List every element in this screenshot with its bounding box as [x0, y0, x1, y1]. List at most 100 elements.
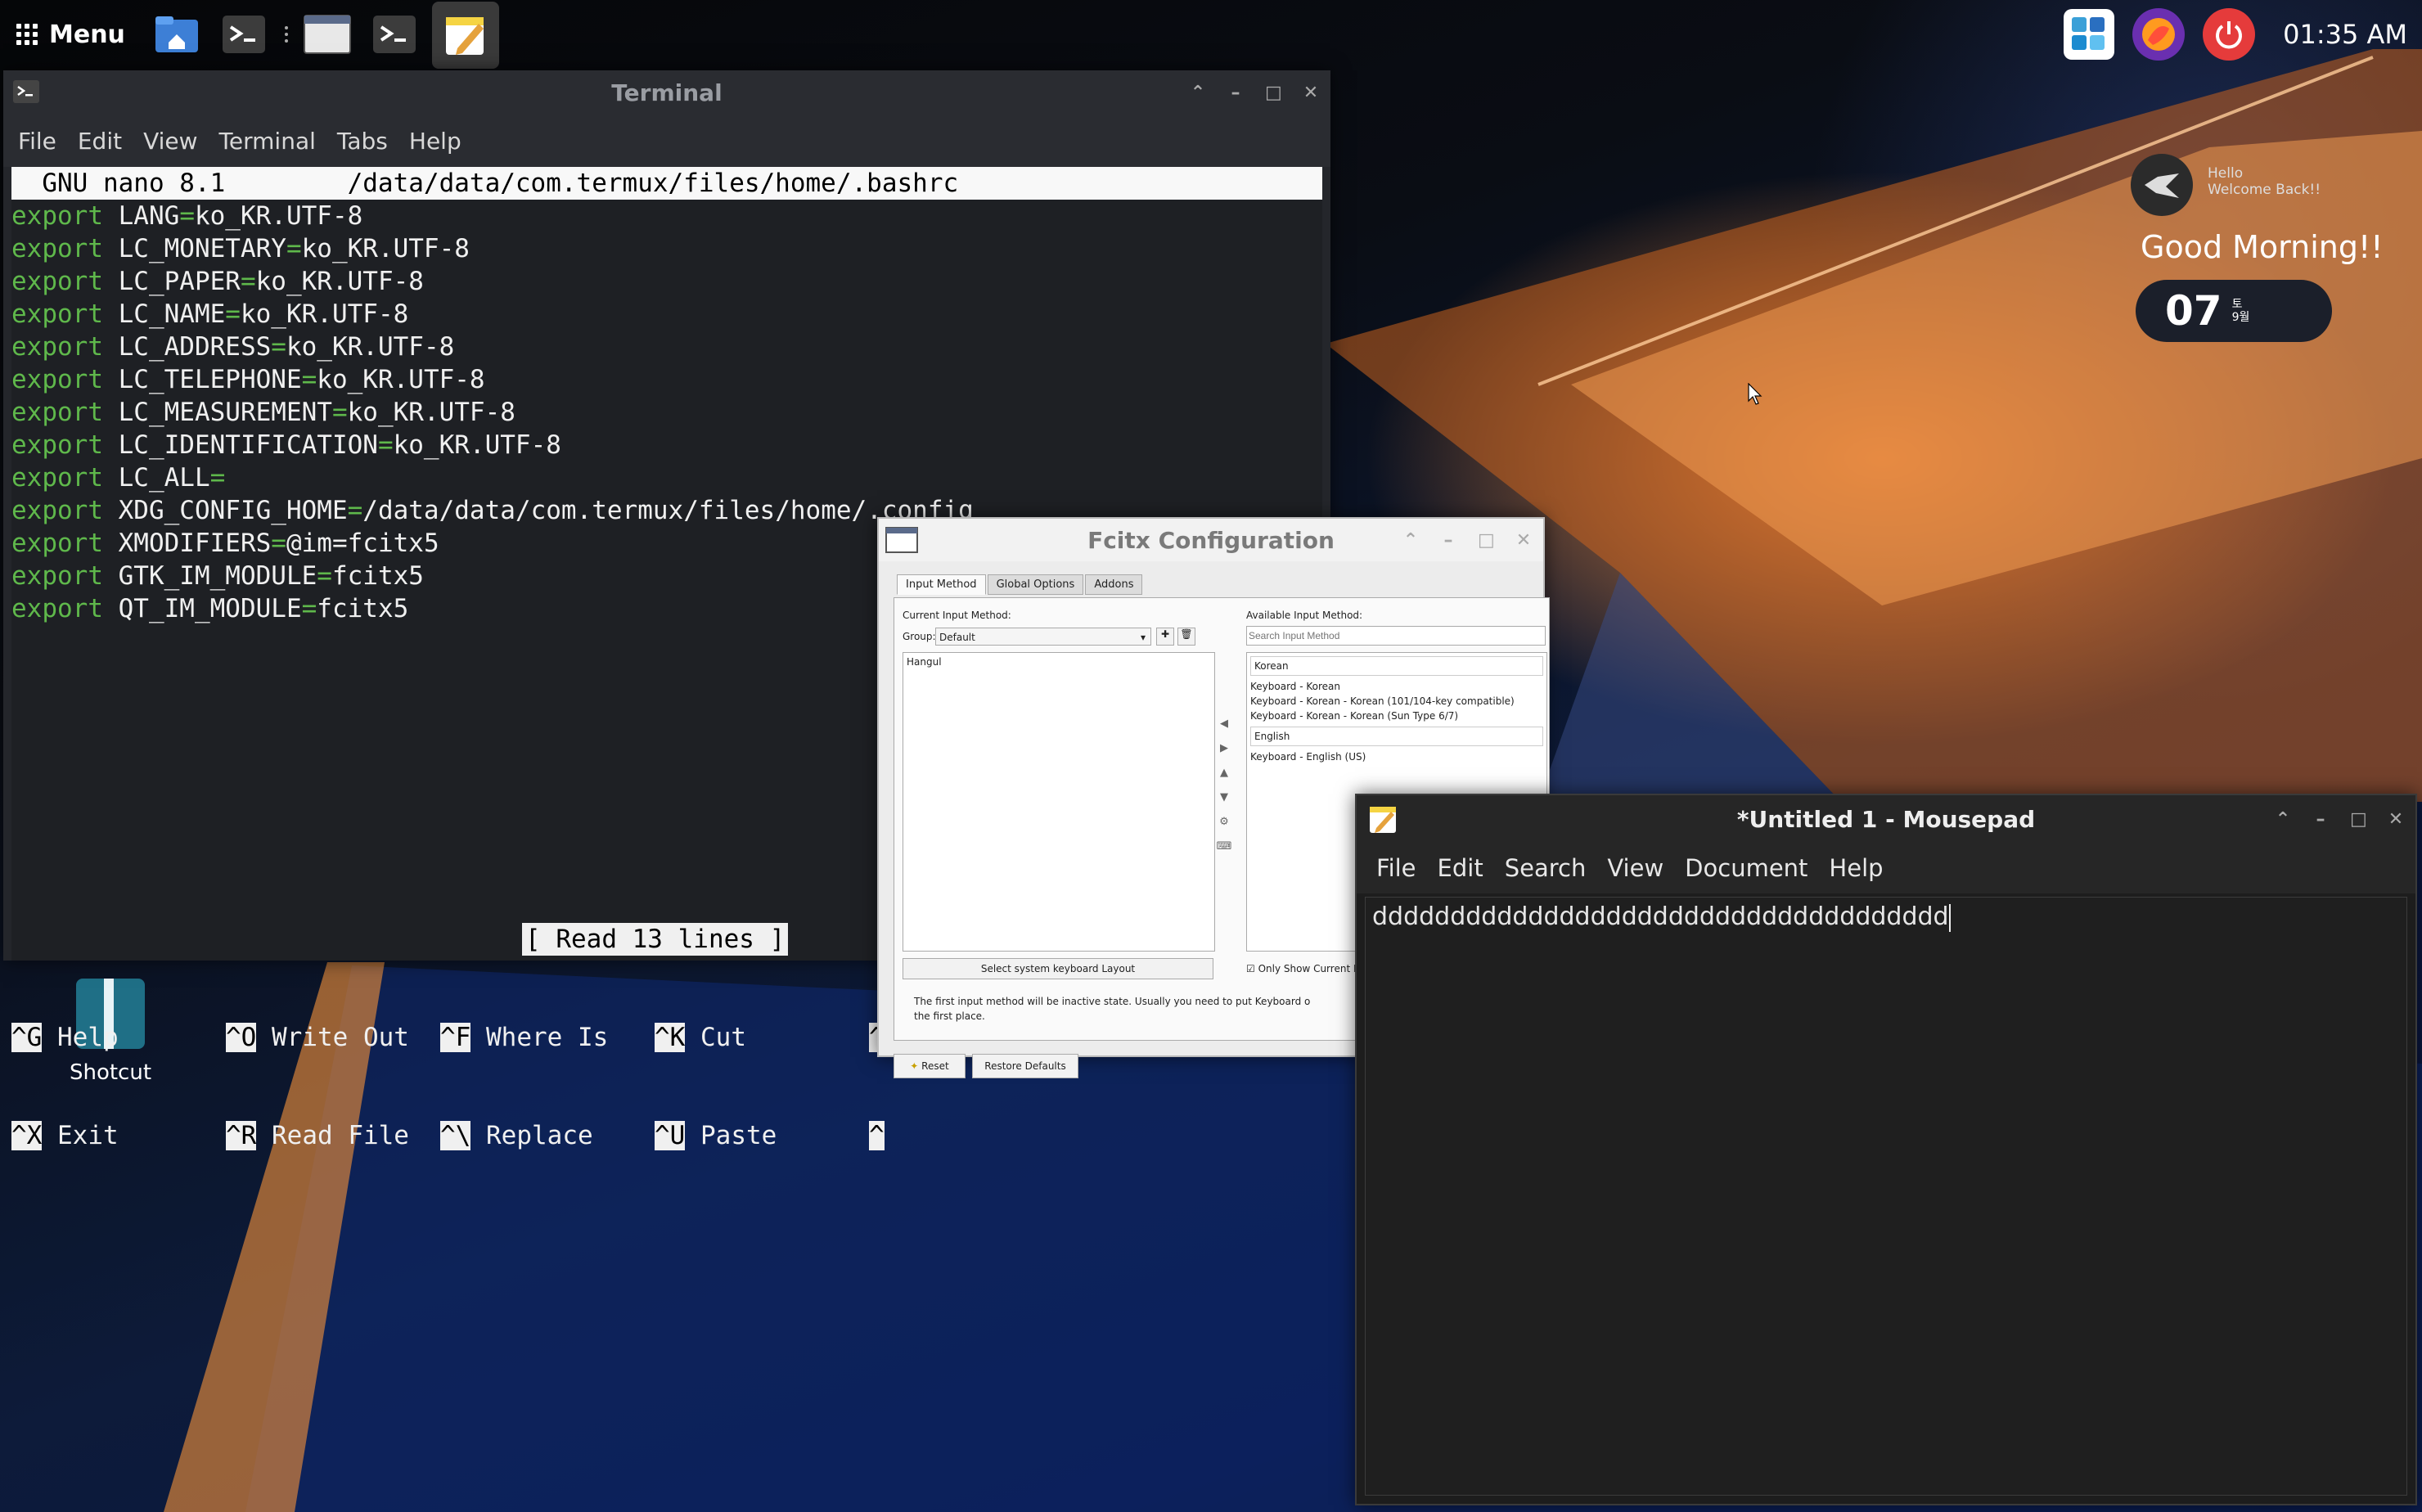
menu-search[interactable]: Search: [1505, 854, 1587, 882]
variable-value: ko_KR.UTF-8: [194, 201, 363, 231]
shade-icon[interactable]: ⌃: [1402, 530, 1419, 551]
chevron-down-icon: ▾: [1140, 632, 1146, 643]
terminal-menubar: File Edit View Terminal Tabs Help: [3, 115, 1330, 167]
list-item[interactable]: Keyboard - English (US): [1247, 749, 1546, 764]
menu-help[interactable]: Help: [1829, 854, 1883, 882]
remove-arrow-icon[interactable]: ▶: [1215, 742, 1233, 760]
list-item[interactable]: Keyboard - Korean - Korean (101/104-key …: [1247, 694, 1546, 709]
minimize-icon[interactable]: –: [1227, 83, 1244, 103]
nano-shortcut-col4: ^K Cut ^U Paste: [655, 1023, 777, 1150]
variable-name: LC_MONETARY: [102, 234, 286, 263]
menu-view[interactable]: View: [143, 128, 197, 155]
select-keyboard-layout-button[interactable]: Select system keyboard Layout: [903, 958, 1213, 979]
menu-document[interactable]: Document: [1685, 854, 1807, 882]
mousepad-titlebar[interactable]: *Untitled 1 - Mousepad ⌃ – □ ✕: [1357, 795, 2415, 843]
restore-defaults-button[interactable]: Restore Defaults: [972, 1054, 1078, 1078]
add-group-button[interactable]: ✚: [1156, 628, 1174, 646]
shade-icon[interactable]: ⌃: [2275, 809, 2291, 830]
nano-line: export LC_ALL=: [11, 461, 1322, 494]
equals-sign: =: [209, 463, 226, 493]
keyboard-icon[interactable]: ⌨: [1215, 840, 1233, 858]
terminal-titlebar[interactable]: Terminal ⌃ – □ ✕: [3, 70, 1330, 115]
window-controls: ⌃ – □ ✕: [1190, 70, 1319, 115]
maximize-icon[interactable]: □: [1478, 530, 1495, 551]
reset-button[interactable]: ✦ Reset: [894, 1054, 966, 1078]
equals-sign: =: [377, 430, 394, 460]
move-up-icon[interactable]: ▲: [1215, 767, 1233, 785]
keyword-export: export: [11, 201, 103, 231]
menu-button[interactable]: Menu: [16, 13, 125, 56]
shade-icon[interactable]: ⌃: [1190, 83, 1206, 103]
tab-addons[interactable]: Addons: [1085, 574, 1143, 595]
variable-value: ko_KR.UTF-8: [255, 267, 424, 296]
maximize-icon[interactable]: □: [2350, 809, 2367, 830]
variable-value: @im=fcitx5: [286, 529, 439, 558]
equals-sign: =: [271, 332, 286, 362]
clock: 01:35 AM: [2283, 19, 2407, 50]
menu-file[interactable]: File: [1376, 854, 1416, 882]
firefox-button[interactable]: [2132, 8, 2186, 61]
keyword-export: export: [11, 365, 103, 394]
list-item[interactable]: Hangul: [903, 653, 1214, 671]
date-pill: 07 토 9월: [2136, 280, 2332, 342]
close-icon[interactable]: ✕: [1515, 530, 1532, 551]
window-controls: ⌃ – □ ✕: [2275, 795, 2404, 843]
menu-edit[interactable]: Edit: [78, 128, 122, 155]
close-icon[interactable]: ✕: [2388, 809, 2404, 830]
window-controls: ⌃ – □ ✕: [1402, 519, 1532, 561]
close-icon[interactable]: ✕: [1303, 83, 1319, 103]
mousepad-title: *Untitled 1 - Mousepad: [1736, 805, 2036, 833]
text-editor-launcher[interactable]: [432, 2, 499, 69]
equals-sign: =: [240, 267, 256, 296]
file-manager-launcher[interactable]: [151, 8, 203, 61]
group-label: Group:: [903, 631, 936, 642]
nano-line: export LANG=ko_KR.UTF-8: [11, 200, 1322, 232]
panel-separator: [277, 8, 296, 61]
add-arrow-icon[interactable]: ◀: [1215, 718, 1233, 736]
anime-avatar-icon: [2145, 173, 2179, 198]
list-item[interactable]: Keyboard - Korean - Korean (Sun Type 6/7…: [1247, 709, 1546, 723]
variable-name: LC_ALL: [102, 463, 210, 493]
nano-line: export LC_MEASUREMENT=ko_KR.UTF-8: [11, 396, 1322, 429]
variable-value: ko_KR.UTF-8: [347, 398, 515, 427]
menu-terminal[interactable]: Terminal: [219, 128, 316, 155]
equals-sign: =: [301, 594, 317, 623]
menu-tabs[interactable]: Tabs: [337, 128, 388, 155]
variable-value: ko_KR.UTF-8: [301, 234, 470, 263]
menu-help[interactable]: Help: [409, 128, 461, 155]
configure-icon[interactable]: ⚙: [1215, 816, 1233, 834]
app-store-button[interactable]: [2064, 9, 2115, 60]
move-down-icon[interactable]: ▼: [1215, 791, 1233, 809]
variable-name: LC_ADDRESS: [102, 332, 272, 362]
terminal-launcher-2[interactable]: [368, 8, 421, 61]
power-button[interactable]: [2203, 8, 2256, 61]
fcitx-titlebar[interactable]: Fcitx Configuration ⌃ – □ ✕: [879, 519, 1543, 561]
list-item[interactable]: Keyboard - Korean: [1247, 679, 1546, 694]
terminal-icon: [373, 16, 416, 53]
tab-global-options[interactable]: Global Options: [987, 574, 1084, 595]
variable-name: XMODIFIERS: [102, 529, 272, 558]
window-icon: [304, 15, 351, 54]
maximize-icon[interactable]: □: [1265, 83, 1282, 103]
search-input[interactable]: [1246, 626, 1546, 646]
keyword-export: export: [11, 332, 103, 362]
tab-input-method[interactable]: Input Method: [897, 574, 986, 595]
minimize-icon[interactable]: –: [2312, 809, 2329, 830]
available-im-label: Available Input Method:: [1246, 610, 1363, 621]
terminal-launcher[interactable]: [218, 8, 270, 61]
menu-edit[interactable]: Edit: [1438, 854, 1483, 882]
keyword-export: export: [11, 529, 103, 558]
group-select[interactable]: Default ▾: [935, 628, 1151, 646]
equals-sign: =: [271, 529, 286, 558]
window-launcher[interactable]: [301, 8, 353, 61]
equals-sign: =: [179, 201, 195, 231]
variable-value: ko_KR.UTF-8: [393, 430, 561, 460]
menu-view[interactable]: View: [1607, 854, 1663, 882]
menu-file[interactable]: File: [18, 128, 56, 155]
minimize-icon[interactable]: –: [1440, 530, 1456, 551]
text-editor-area[interactable]: ddddddddddddddddddddddddddddddddddddd: [1365, 897, 2407, 1496]
remove-group-button[interactable]: 🗑: [1177, 628, 1195, 646]
keyword-export: export: [11, 430, 103, 460]
keyword-export: export: [11, 398, 103, 427]
avatar: [2131, 154, 2193, 216]
